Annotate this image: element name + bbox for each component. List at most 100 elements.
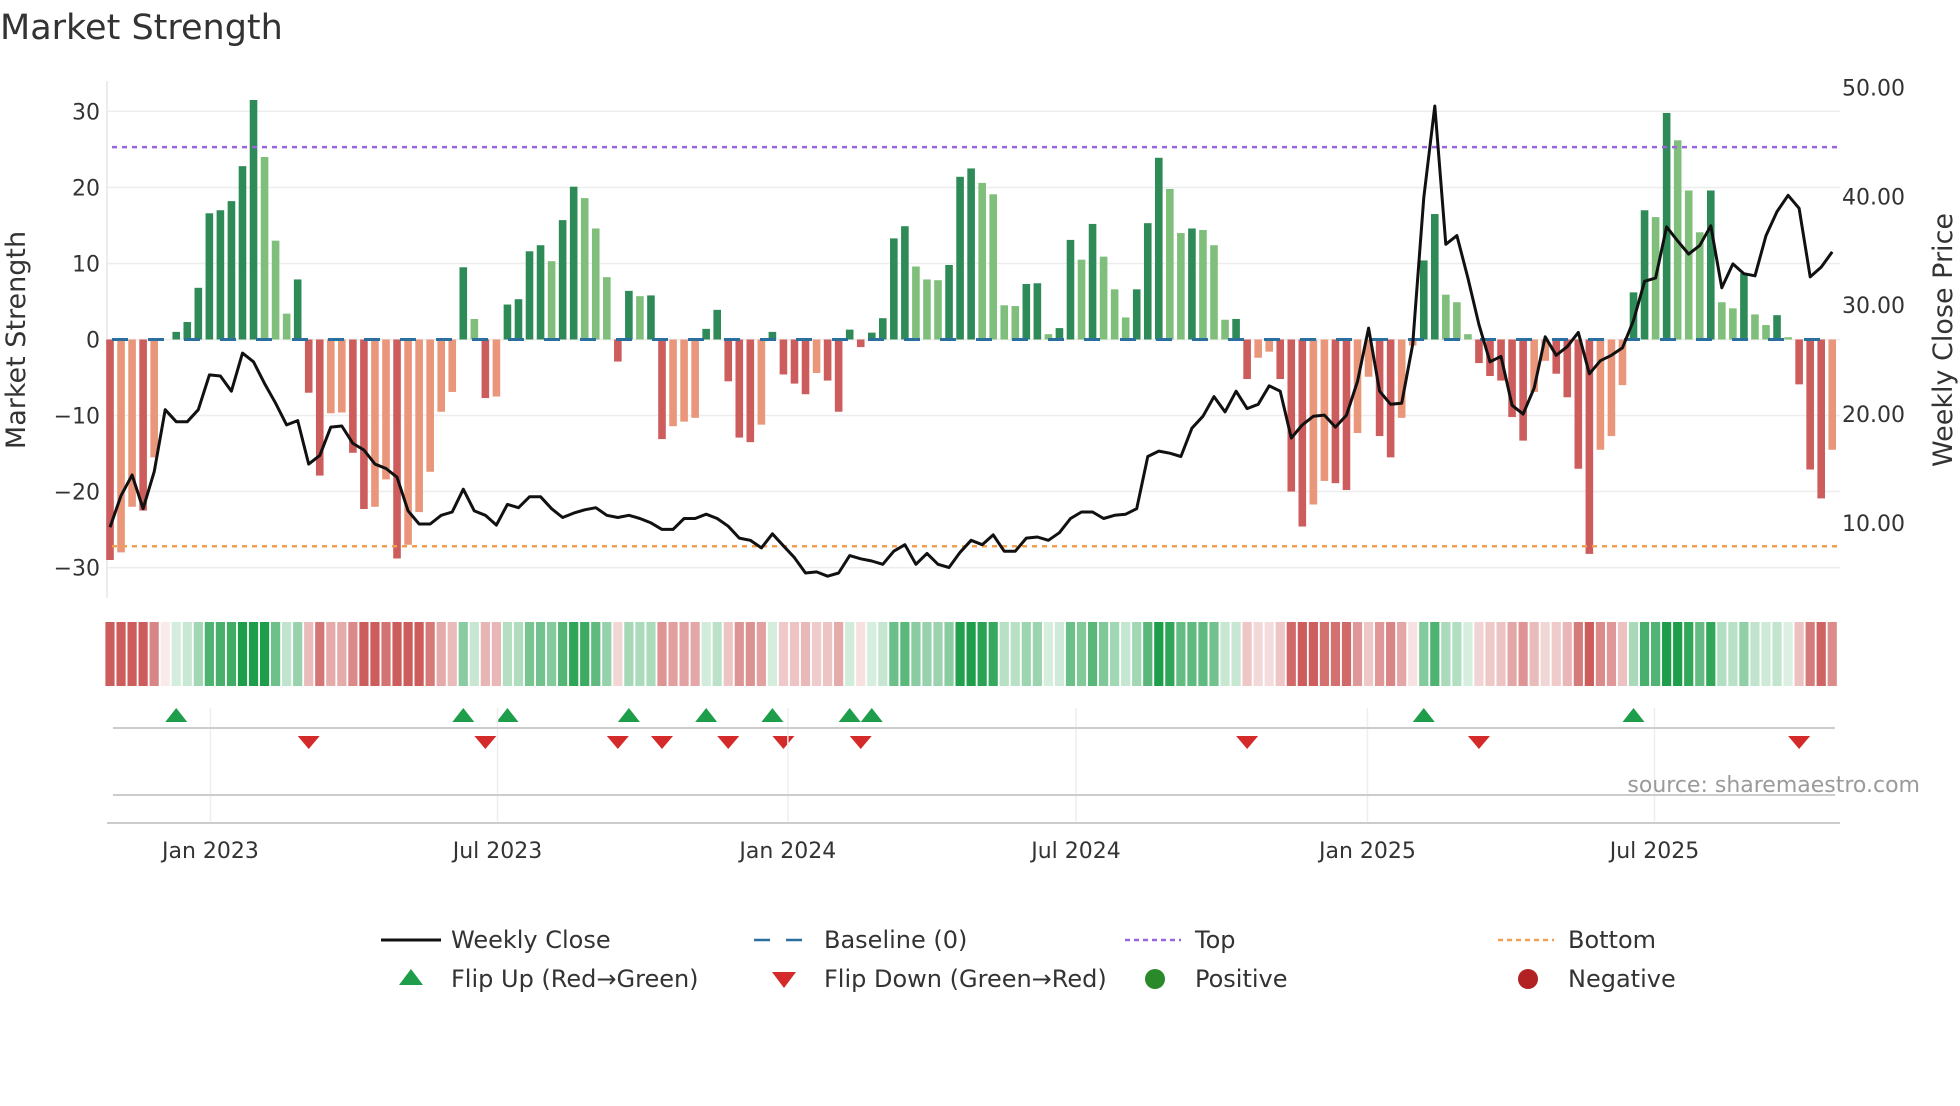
strip-cell xyxy=(1010,622,1020,686)
strip-cell xyxy=(646,622,656,686)
strip-cell xyxy=(624,622,634,686)
strength-bar xyxy=(691,339,699,418)
strip-cell xyxy=(1728,622,1738,686)
strength-bar xyxy=(1828,339,1837,450)
strength-bar xyxy=(1707,190,1715,340)
source-credit: source: sharemaestro.com xyxy=(1627,773,1920,798)
strip-cell xyxy=(1110,622,1120,686)
strength-bar xyxy=(945,264,953,340)
flip-up-icon xyxy=(617,708,640,722)
strip-cell xyxy=(315,622,325,686)
strip-cell xyxy=(1651,622,1661,686)
strength-bar xyxy=(304,339,313,393)
strength-bar xyxy=(956,176,964,340)
strip-cell xyxy=(535,622,546,686)
strength-bar xyxy=(1199,230,1207,340)
market-strength-chart: Market Strength 30 20 10 0 −10 −20 −30 50.00 40… xyxy=(0,8,1959,993)
strip-cell xyxy=(524,622,535,686)
strength-bar xyxy=(1762,325,1770,340)
strength-bar xyxy=(812,339,821,373)
strength-bar xyxy=(371,339,379,507)
strip-cell xyxy=(436,622,446,686)
strength-bar xyxy=(492,339,501,397)
strength-bar xyxy=(1419,260,1428,340)
strip-cell xyxy=(800,622,811,686)
strip-cell xyxy=(547,622,557,686)
strength-bar xyxy=(1132,289,1141,340)
strip-cell xyxy=(348,622,358,686)
strip-cell xyxy=(171,622,181,686)
strength-bar xyxy=(172,331,181,340)
legend-label: Flip Up (Red→Green) xyxy=(451,965,699,993)
strength-bar xyxy=(1640,210,1649,340)
strip-cell xyxy=(1319,622,1329,686)
strength-bar xyxy=(1265,339,1273,352)
strip-cell xyxy=(1452,622,1462,686)
strip-cell xyxy=(1551,622,1561,686)
strip-cell xyxy=(856,622,866,686)
strength-bar xyxy=(1795,339,1803,385)
strip-cell xyxy=(1463,622,1473,686)
x-tick-label: Jul 2024 xyxy=(1029,839,1121,864)
strip-cell xyxy=(381,622,391,686)
strength-bar xyxy=(1718,302,1726,340)
flip-up-icon xyxy=(165,708,188,722)
strength-bar xyxy=(1309,339,1318,505)
strip-cell xyxy=(138,622,148,686)
flip-down-icon xyxy=(772,972,796,988)
strength-bar xyxy=(117,339,125,553)
strip-cell xyxy=(1639,622,1650,686)
strip-cell xyxy=(480,622,490,686)
strip-cell xyxy=(723,622,733,686)
strength-bar xyxy=(989,194,997,340)
strip-cell xyxy=(789,622,800,686)
legend-item-negative: Negative xyxy=(1518,965,1676,993)
strip-cell xyxy=(1827,622,1837,686)
y-tick-label: 30 xyxy=(72,100,100,125)
strip-cell xyxy=(403,622,413,686)
strength-bar xyxy=(382,339,390,480)
strength-bar xyxy=(591,228,600,340)
strip-cell xyxy=(944,622,954,686)
y-right-tick-label: 40.00 xyxy=(1842,185,1905,210)
strip-cell xyxy=(1595,622,1605,686)
strip-cell xyxy=(1684,622,1694,686)
strip-cell xyxy=(823,622,833,686)
strip-cell xyxy=(1816,622,1826,686)
strip-cell xyxy=(811,622,822,686)
flip-up-icon xyxy=(761,708,784,722)
flip-down-icon xyxy=(651,736,673,749)
strength-bar xyxy=(1298,339,1307,527)
strip-cell xyxy=(1673,622,1683,686)
strip-cell xyxy=(1750,622,1760,686)
strip-cell xyxy=(1485,622,1495,686)
strength-bar xyxy=(1099,256,1108,340)
strip-cell xyxy=(215,622,225,686)
strength-bar xyxy=(934,280,942,340)
strip-cell xyxy=(690,622,700,686)
strip-cell xyxy=(911,622,921,686)
strip-cell xyxy=(1573,622,1583,686)
strip-cell xyxy=(1430,622,1440,686)
y-tick-label: 20 xyxy=(72,176,100,201)
strength-bar xyxy=(834,339,843,412)
strip-cell xyxy=(1330,622,1341,686)
strip-cell xyxy=(1761,622,1771,686)
y-right-tick-label: 10.00 xyxy=(1842,512,1905,537)
x-tick-label: Jan 2023 xyxy=(160,839,259,864)
strength-bar xyxy=(669,339,677,427)
strength-bar xyxy=(713,309,721,340)
strength-bar xyxy=(1011,306,1020,340)
strip-cell xyxy=(469,622,479,686)
strip-cell xyxy=(1562,622,1572,686)
strip-cell xyxy=(1739,622,1749,686)
strip-cell xyxy=(1772,622,1782,686)
strip-cell xyxy=(491,622,501,686)
strip-cell xyxy=(1198,622,1208,686)
strip-cell xyxy=(999,622,1009,686)
strip-cell xyxy=(878,622,888,686)
strength-bar xyxy=(636,296,644,340)
strength-bar xyxy=(1453,302,1461,340)
strength-bar xyxy=(735,339,744,438)
strip-cell xyxy=(867,622,877,686)
